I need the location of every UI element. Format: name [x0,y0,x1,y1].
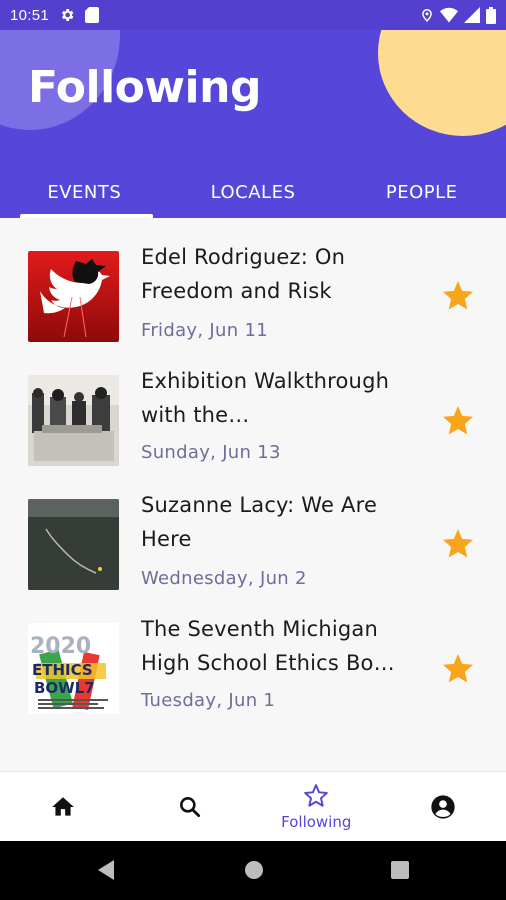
event-title: The Seventh Michigan High School Ethics … [141,617,395,675]
star-outline-icon [304,783,329,807]
event-item[interactable]: Suzanne Lacy: We Are Here Wednesday, Jun… [0,466,506,590]
star-icon[interactable] [440,278,476,314]
settings-icon [62,9,74,21]
star-icon[interactable] [440,403,476,439]
system-nav-bar [0,841,506,900]
nav-label: Following [281,812,352,831]
nav-account[interactable] [380,772,506,841]
event-title: Exhibition Walkthrough with the… [141,369,390,427]
account-circle-icon [431,794,455,819]
star-icon[interactable] [440,651,476,687]
tab-label: LOCALES [210,181,296,203]
back-icon[interactable] [96,859,116,885]
tab-label: PEOPLE [385,181,458,203]
signal-icon [464,7,480,23]
event-date: Friday, Jun 11 [141,320,268,341]
star-icon[interactable] [440,526,476,562]
event-title: Suzanne Lacy: We Are Here [141,493,378,551]
search-icon [179,796,200,817]
battery-icon [486,6,496,24]
gallery-visitors-photo [28,375,119,466]
thumb-text: 2020 [30,634,91,659]
status-time: 10:51 [10,6,50,24]
location-icon [422,9,432,22]
thumb-text: ETHICS [32,661,93,679]
aerial-landscape-photo [28,499,119,590]
tab-bar: EVENTS LOCALES PEOPLE [0,166,506,218]
recents-icon[interactable] [390,859,410,885]
status-bar: 10:51 [0,0,506,30]
page-title: Following [28,62,261,113]
event-item[interactable]: Exhibition Walkthrough with the… Sunday,… [0,342,506,466]
tab-events[interactable]: EVENTS [0,166,169,218]
tab-locales[interactable]: LOCALES [169,166,338,218]
tab-people[interactable]: PEOPLE [337,166,506,218]
wifi-icon [440,7,458,23]
ethics-bowl-logo-image: 2020 ETHICS BOWL7 [28,623,119,714]
event-list: Edel Rodriguez: On Freedom and Risk Frid… [0,218,506,714]
event-date: Sunday, Jun 13 [141,442,281,463]
thumb-text: BOWL7 [34,679,95,697]
event-date: Wednesday, Jun 2 [141,568,307,589]
tab-label: EVENTS [47,181,122,203]
nav-home[interactable] [0,772,127,841]
event-date: Tuesday, Jun 1 [141,690,276,711]
red-bird-poster-image [28,251,119,342]
sim-card-icon [85,7,100,23]
bottom-nav: Following [0,771,506,841]
event-title: Edel Rodriguez: On Freedom and Risk [141,245,346,303]
event-item[interactable]: 2020 ETHICS BOWL7 The Seventh Michigan H… [0,590,506,714]
header: Following EVENTS LOCALES PEOPLE [0,30,506,218]
event-item[interactable]: Edel Rodriguez: On Freedom and Risk Frid… [0,218,506,342]
home-icon [52,796,75,816]
home-circle-icon[interactable] [243,859,265,885]
nav-following[interactable]: Following [253,772,380,841]
nav-search[interactable] [127,772,254,841]
decorative-circle-right [378,30,506,136]
